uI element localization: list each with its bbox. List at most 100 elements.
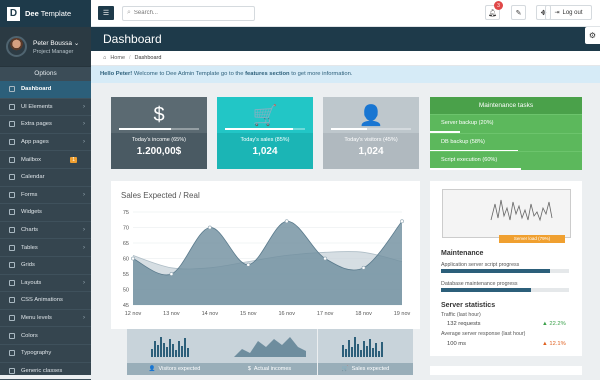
breadcrumb-current: Dashboard (135, 55, 162, 61)
actual-incomes-panel[interactable]: $Actual incomes (222, 329, 317, 375)
settings-button[interactable]: ⚙ (585, 27, 600, 44)
sidebar-item-calendar[interactable]: Calendar (0, 169, 91, 187)
maintenance-tasks-panel: Maintenance tasks Server backup (20%) DB… (430, 97, 582, 170)
sidebar-item-label: Menu levels (21, 315, 52, 321)
user-name[interactable]: Peter Boussa ⌄ (33, 39, 79, 47)
y-tick-label: 45 (123, 303, 129, 309)
sidebar-item-charts[interactable]: Charts› (0, 222, 91, 240)
data-point (208, 226, 211, 229)
income-tile[interactable]: $ Today's income (65%) 1.200,00$ (111, 97, 207, 169)
sales-expected-panel[interactable]: 🛒Sales expected (318, 329, 413, 375)
sidebar-item-typography[interactable]: Typography (0, 345, 91, 363)
breadcrumb-home[interactable]: Home (110, 55, 125, 61)
sales-label: Today's sales (85%) (217, 137, 313, 143)
chevron-right-icon: › (83, 139, 85, 145)
sidebar-item-menu-levels[interactable]: Menu levels › (0, 310, 91, 328)
sidebar-item-css-animations[interactable]: CSS Animations (0, 292, 91, 310)
app-icon (9, 139, 15, 145)
sidebar-item-layouts[interactable]: Layouts› (0, 275, 91, 293)
notifications-button[interactable]: 🔔︎ 3 (485, 5, 500, 20)
task-server-backup[interactable]: Server backup (20%) (430, 114, 582, 133)
avatar[interactable] (6, 36, 27, 57)
brand-name: Dee Template (25, 9, 71, 18)
sales-expected-label: Sales expected (352, 366, 390, 372)
sidebar-item-app-pages[interactable]: App pages› (0, 134, 91, 152)
sidebar-item-label: Calendar (21, 174, 45, 180)
x-tick-label: 18 nov (355, 311, 372, 317)
sales-tile[interactable]: 🛒 Today's sales (85%) 1,024 (217, 97, 313, 169)
data-point (170, 272, 173, 275)
cart-icon: 🛒 (342, 366, 349, 372)
visitors-tile[interactable]: 👤 Today's visitors (45%) 1,024 (323, 97, 419, 169)
chevron-right-icon: › (83, 280, 85, 286)
charts-icon (9, 227, 15, 233)
y-tick-label: 50 (123, 288, 129, 294)
response-change: ▲ 12.1% (542, 341, 566, 347)
data-point (285, 220, 288, 223)
visitors-label: Today's visitors (45%) (323, 137, 419, 143)
menu-toggle-button[interactable]: ☰ (98, 6, 114, 20)
sales-value: 1,024 (217, 146, 313, 157)
extra-panel (430, 366, 582, 375)
widgets-icon (9, 209, 15, 215)
logout-button[interactable]: ⇥ Log out (545, 5, 592, 20)
topbar: ☰ ⌕ 🔔︎ 3 ✎ ✥ ⇥ Log out (91, 0, 600, 27)
bell-icon: 🔔︎ (488, 9, 497, 17)
sidebar-item-colors[interactable]: Colors (0, 327, 91, 345)
maintenance-tasks-title: Maintenance tasks (430, 97, 582, 114)
colors-icon (9, 333, 15, 339)
script-progress-label: Application server script progress (441, 262, 519, 268)
sidebar-options-label: Options (0, 67, 91, 81)
visitors-expected-panel[interactable]: 👤Visitors expected (127, 329, 222, 375)
chevron-down-icon: ⌄ (74, 40, 79, 47)
sidebar-item-label: Tables (21, 245, 38, 251)
server-statistics-title: Server statistics (441, 302, 495, 309)
income-label: Today's income (65%) (111, 137, 207, 143)
pencil-icon: ✎ (516, 9, 522, 17)
hamburger-icon: ☰ (103, 9, 109, 17)
sidebar-item-label: Generic classes (21, 368, 62, 374)
sales-chart: 4550556065707512 nov13 nov14 nov15 nov16… (111, 181, 420, 329)
edit-button[interactable]: ✎ (511, 5, 526, 20)
chevron-right-icon: › (83, 121, 85, 127)
sidebar: D Dee Template Peter Boussa ⌄ Project Ma… (0, 0, 91, 375)
sidebar-item-mailbox[interactable]: Mailbox1 (0, 151, 91, 169)
sidebar-item-label: Forms (21, 192, 37, 198)
sidebar-item-dashboard[interactable]: Dashboard (0, 81, 91, 99)
sidebar-item-label: Extra pages (21, 121, 52, 127)
gear-icon: ⚙ (589, 31, 596, 40)
pages-icon (9, 121, 15, 127)
sidebar-item-grids[interactable]: Grids (0, 257, 91, 275)
sales-mini-chart (318, 329, 413, 363)
sidebar-item-ui-elements[interactable]: UI Elements› (0, 99, 91, 117)
task-script-execution[interactable]: Script execution (60%) (430, 151, 582, 170)
sidebar-item-extra-pages[interactable]: Extra pages › (0, 116, 91, 134)
chevron-right-icon: › (83, 315, 85, 321)
y-tick-label: 60 (123, 257, 129, 263)
sidebar-item-forms[interactable]: Forms› (0, 187, 91, 205)
dollar-icon: $ (248, 366, 251, 372)
maintenance-title: Maintenance (441, 250, 483, 257)
menu-icon (9, 315, 15, 321)
info-alert: Hello Peter! Welcome to Dee Admin Templa… (91, 66, 600, 83)
features-link[interactable]: features section (245, 71, 289, 77)
sidebar-item-tables[interactable]: Tables› (0, 239, 91, 257)
sidebar-item-generic-classes[interactable]: Generic classes (0, 363, 91, 380)
search-input[interactable] (134, 10, 244, 16)
brand[interactable]: D Dee Template (0, 0, 91, 27)
sidebar-item-widgets[interactable]: Widgets (0, 204, 91, 222)
user-profile[interactable]: Peter Boussa ⌄ Project Manager (0, 27, 91, 67)
task-db-backup[interactable]: DB backup (58%) (430, 133, 582, 152)
x-tick-label: 17 nov (317, 311, 334, 317)
response-value: 100 ms (447, 341, 466, 347)
search-box: ⌕ (122, 6, 255, 21)
traffic-value: 132 requests (447, 321, 481, 327)
y-tick-label: 70 (123, 226, 129, 232)
search-icon: ⌕ (127, 9, 131, 17)
data-point (131, 257, 134, 260)
ui-icon (9, 104, 15, 110)
server-load-label: Server load (79%) (499, 235, 565, 243)
chevron-right-icon: › (83, 104, 85, 110)
sidebar-item-label: Dashboard (21, 86, 51, 92)
grids-icon (9, 262, 15, 268)
